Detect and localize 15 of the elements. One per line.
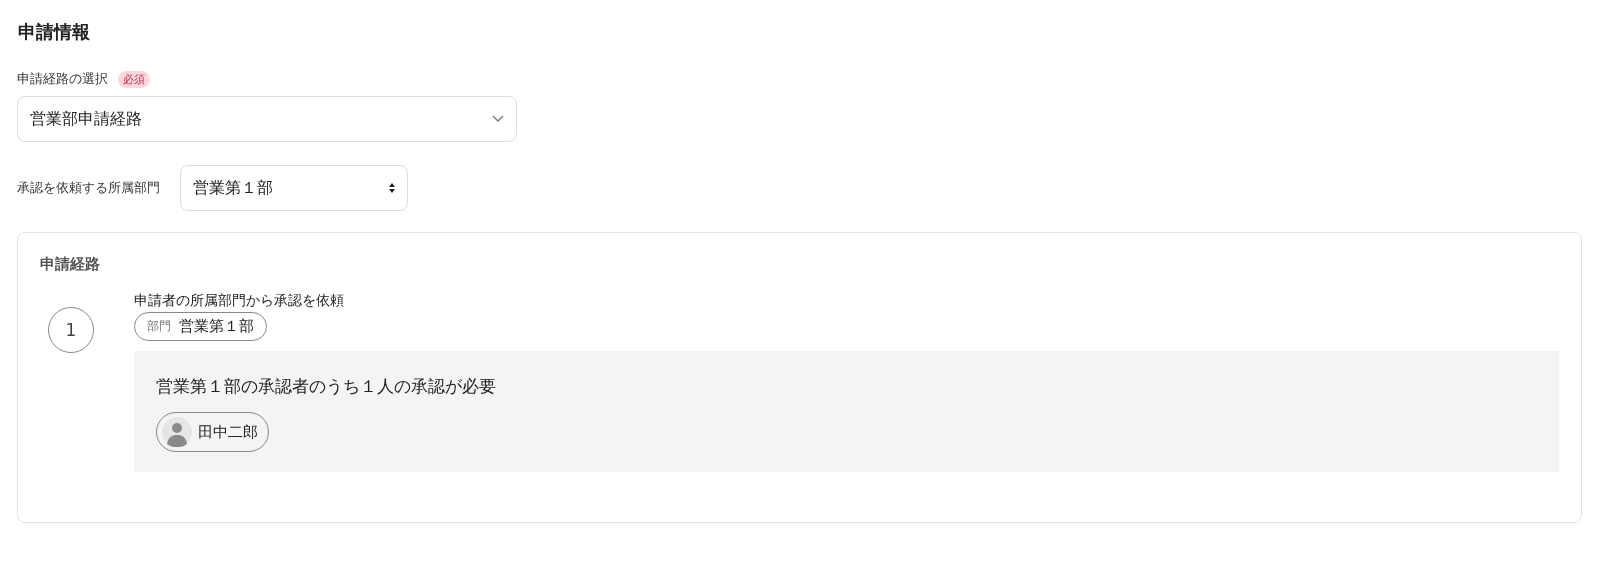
route-select[interactable]: 営業部申請経路 xyxy=(17,96,517,142)
approver-name: 田中二郎 xyxy=(198,422,258,442)
card-title: 申請経路 xyxy=(40,255,101,274)
step-description: 申請者の所属部門から承認を依頼 xyxy=(134,292,345,310)
chip-label: 部門 xyxy=(147,318,171,335)
required-badge: 必須 xyxy=(118,70,150,88)
field-label: 承認を依頼する所属部門 xyxy=(17,179,160,197)
chip-value: 営業第１部 xyxy=(179,317,254,336)
field-label: 申請経路の選択 xyxy=(17,70,108,88)
approval-rule: 営業第１部の承認者のうち１人の承認が必要 xyxy=(156,375,497,398)
avatar-icon xyxy=(162,417,192,447)
chevron-down-icon xyxy=(492,115,504,123)
up-down-arrows-icon xyxy=(389,182,395,194)
section-title: 申請情報 xyxy=(18,20,91,44)
department-select[interactable]: 営業第１部 xyxy=(180,165,408,211)
